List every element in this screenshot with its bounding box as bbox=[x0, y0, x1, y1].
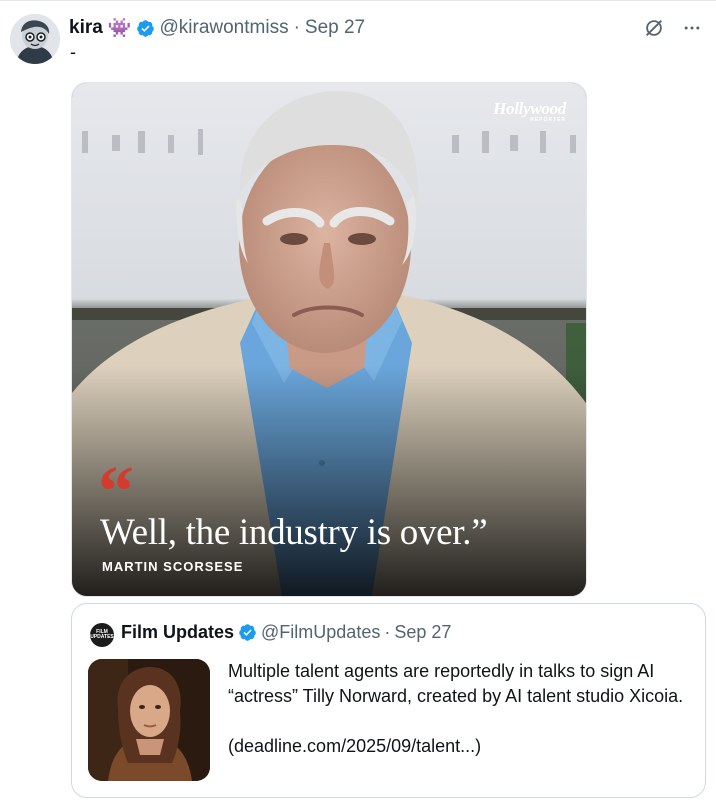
user-handle[interactable]: @kirawontmiss bbox=[159, 17, 288, 39]
post-media-image[interactable]: Hollywood REPORTER “ Well, the industry … bbox=[71, 82, 587, 597]
post-header: kira 👾 @kirawontmiss · Sep 27 bbox=[69, 14, 365, 42]
media-quote-author: MARTIN SCORSESE bbox=[102, 559, 244, 574]
quoted-post-text: Multiple talent agents are reportedly in… bbox=[228, 661, 684, 706]
quoted-date[interactable]: Sep 27 bbox=[394, 622, 451, 643]
quoted-post-link[interactable]: (deadline.com/2025/09/talent...) bbox=[228, 734, 693, 759]
quoted-avatar-text: FILM UPDATES bbox=[90, 629, 114, 640]
media-quote: Well, the industry is over.” bbox=[100, 512, 488, 553]
alien-emoji-icon: 👾 bbox=[107, 18, 132, 39]
quoted-post-text-block: Multiple talent agents are reportedly in… bbox=[228, 659, 693, 759]
hollywood-reporter-logo: Hollywood REPORTER bbox=[493, 99, 566, 123]
separator-dot: · bbox=[384, 622, 391, 642]
post-date[interactable]: Sep 27 bbox=[305, 17, 365, 39]
post-text: - bbox=[70, 42, 76, 62]
quoted-post-card[interactable]: FILM UPDATES Film Updates @FilmUpdates ·… bbox=[71, 603, 706, 798]
avatar[interactable] bbox=[10, 14, 60, 64]
grok-icon[interactable] bbox=[642, 16, 666, 40]
separator-dot: · bbox=[293, 17, 300, 38]
verified-badge-icon bbox=[239, 624, 256, 641]
verified-badge-icon bbox=[137, 19, 155, 37]
cartoon-avatar-icon bbox=[10, 14, 60, 64]
portrait-thumbnail bbox=[88, 659, 210, 781]
quoted-post-header: Film Updates @FilmUpdates · Sep 27 bbox=[121, 622, 451, 643]
quoted-avatar[interactable]: FILM UPDATES bbox=[90, 623, 114, 647]
more-horizontal-icon[interactable] bbox=[680, 16, 704, 40]
quoted-thumbnail-image[interactable] bbox=[88, 659, 210, 781]
post-header-actions bbox=[642, 16, 704, 40]
quoted-handle[interactable]: @FilmUpdates bbox=[261, 622, 380, 643]
quoted-display-name[interactable]: Film Updates bbox=[121, 622, 234, 643]
top-divider bbox=[0, 0, 716, 1]
display-name[interactable]: kira bbox=[69, 17, 103, 39]
brand-name: Hollywood bbox=[493, 99, 566, 118]
